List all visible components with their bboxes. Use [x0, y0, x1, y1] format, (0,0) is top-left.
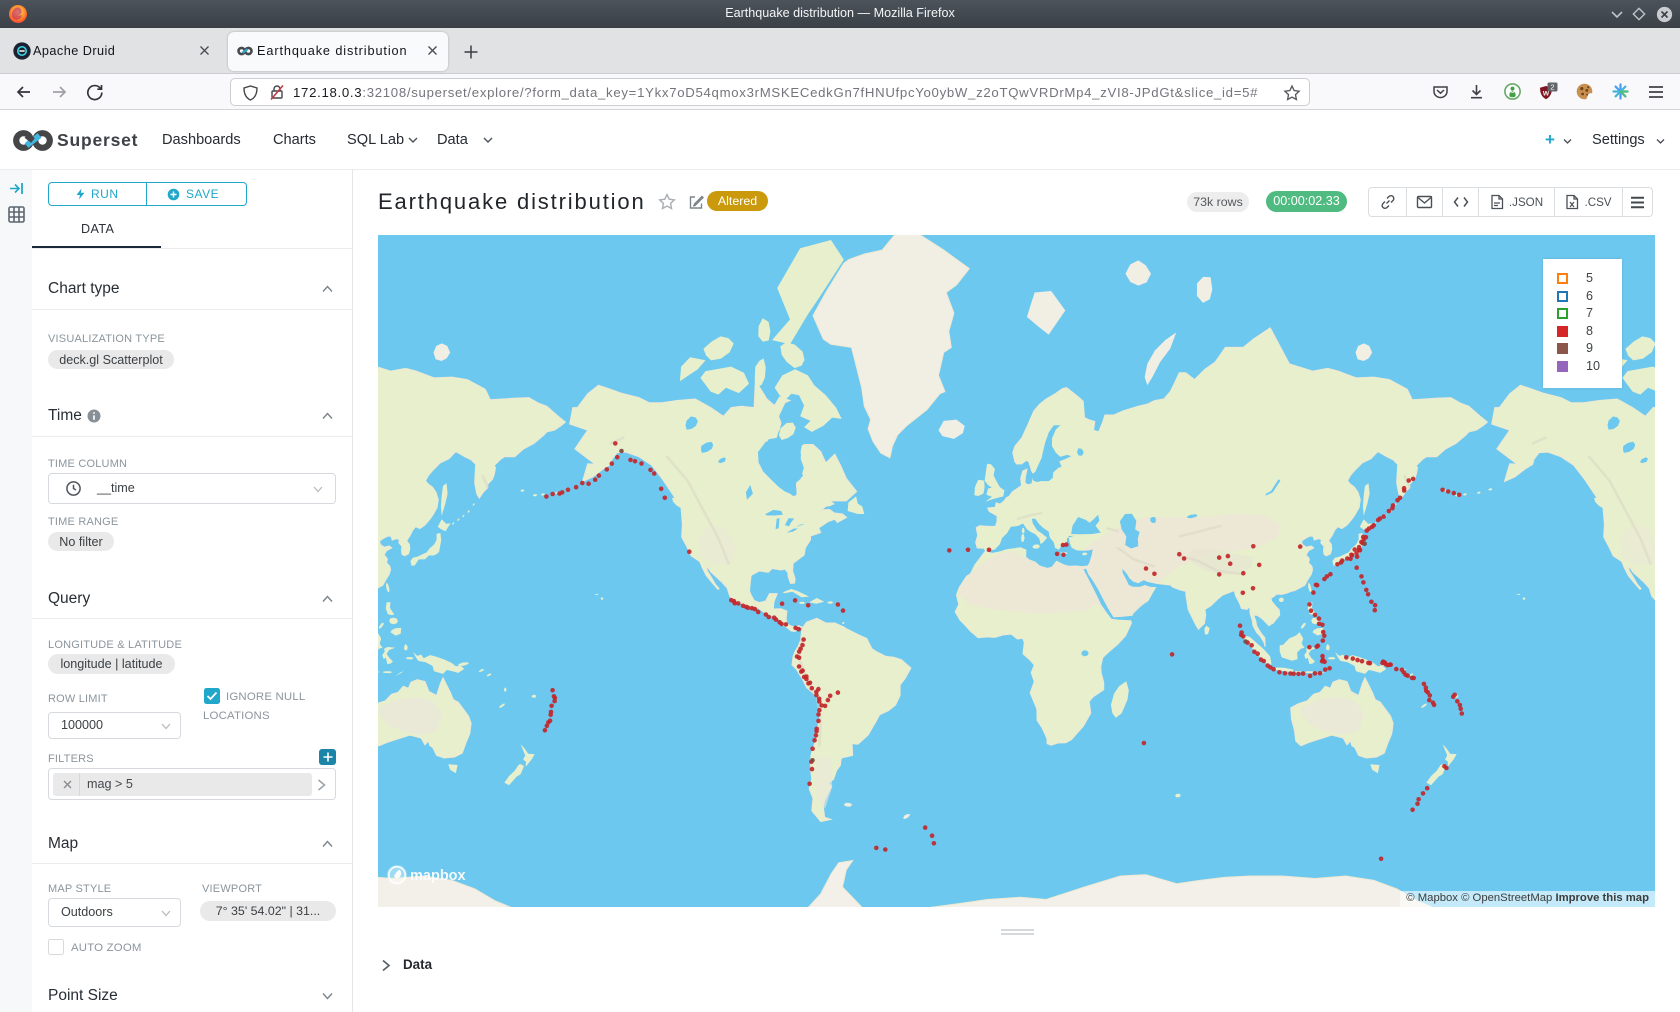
- svg-text:mapbox: mapbox: [410, 868, 466, 884]
- svg-text:2: 2: [1550, 83, 1554, 92]
